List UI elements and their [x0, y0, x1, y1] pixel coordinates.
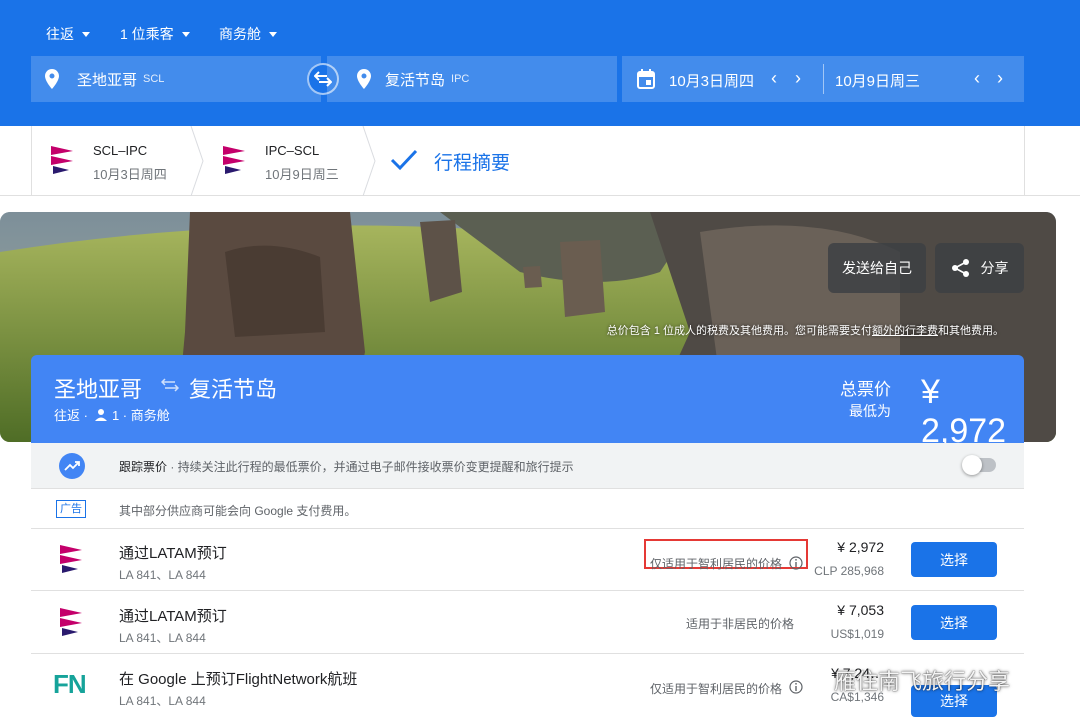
- latam-logo: [223, 146, 245, 174]
- chevron-right-icon: [362, 126, 376, 196]
- share-button[interactable]: 分享: [935, 243, 1024, 293]
- depart-prev-button[interactable]: ‹: [764, 68, 784, 88]
- share-icon: [951, 259, 969, 277]
- baggage-fee-link[interactable]: 额外的行李费: [872, 325, 938, 337]
- provider-name: 通过LATAM预订: [119, 608, 227, 625]
- watermark: 雁住南飞旅行分享: [800, 664, 1010, 696]
- return-next-button[interactable]: ›: [990, 68, 1010, 88]
- trending-icon: [59, 453, 85, 479]
- latam-logo: [51, 146, 73, 174]
- ad-badge: 广告: [56, 500, 86, 518]
- page: 往返 1 位乘客 商务舱 圣地亚哥 SCL 复活节岛 IPC 10月3日周四 ‹…: [0, 0, 1080, 726]
- select-label: 选择: [940, 614, 968, 631]
- price-note: 适用于非居民的价格: [686, 617, 795, 631]
- total-price: ¥ 2,972: [921, 373, 1007, 450]
- step-route: IPC–SCL: [265, 143, 320, 158]
- calendar-icon: [637, 69, 655, 89]
- ad-text: 其中部分供应商可能会向 Google 支付费用。: [119, 504, 357, 518]
- flight-numbers: LA 841、LA 844: [119, 631, 206, 645]
- local-price: US$1,019: [830, 627, 884, 641]
- cabin-label: 商务舱: [219, 26, 261, 42]
- fn-logo: FN: [53, 669, 87, 699]
- summary-step-title: 行程摘要: [434, 153, 511, 174]
- chevron-down-icon: [82, 31, 90, 37]
- track-prices-toggle[interactable]: [962, 455, 996, 475]
- price-note: 仅适用于智利居民的价格: [650, 557, 783, 571]
- fee-note: 总价包含 1 位成人的税费及其他费用。您可能需要支付额外的行李费和其他费用。: [607, 322, 1004, 338]
- divider: [1024, 126, 1025, 196]
- toggle-knob: [962, 455, 982, 475]
- check-icon: [390, 149, 418, 171]
- track-prices-description: · 持续关注此行程的最低票价，并通过电子邮件接收票价变更提醒和旅行提示: [167, 460, 574, 474]
- card-origin: 圣地亚哥: [54, 377, 143, 402]
- info-icon[interactable]: [789, 556, 803, 570]
- card-subtitle: 往返 · 1 · 商务舱: [54, 405, 170, 424]
- latam-logo: [60, 608, 82, 636]
- price: ¥ 7,053: [837, 602, 884, 618]
- watermark-text: 雁住南飞旅行分享: [834, 669, 1011, 694]
- track-prices-text: 跟踪票价 · 持续关注此行程的最低票价，并通过电子邮件接收票价变更提醒和旅行提示: [119, 458, 574, 475]
- step-route: SCL–IPC: [93, 143, 148, 158]
- origin-field[interactable]: 圣地亚哥 SCL: [31, 56, 321, 102]
- booking-row: 通过LATAM预订 LA 841、LA 844 仅适用于智利居民的价格 ¥ 2,…: [31, 529, 1024, 591]
- chevron-down-icon: [181, 31, 190, 37]
- step-date: 10月9日周三: [265, 167, 339, 182]
- send-to-self-label: 发送给自己: [842, 260, 912, 276]
- price-note: 仅适用于智利居民的价格: [650, 682, 783, 696]
- provider-name: 在 Google 上预订FlightNetwork航班: [119, 671, 358, 688]
- depart-next-button[interactable]: ›: [788, 68, 808, 88]
- location-pin-icon: [357, 69, 371, 89]
- origin-code: SCL: [143, 73, 165, 85]
- date-field: 10月3日周四 ‹ › 10月9日周三 ‹ ›: [622, 56, 1024, 102]
- select-label: 选择: [940, 551, 968, 568]
- card-trip-type: 往返 ·: [54, 408, 88, 423]
- destination-code: IPC: [451, 73, 470, 85]
- destination-city: 复活节岛: [385, 71, 446, 89]
- price: ¥ 2,972: [837, 539, 884, 555]
- trip-summary-card: 圣地亚哥 复活节岛 往返 · 1 · 商务舱 总票价 最低为 ¥ 2,972: [31, 355, 1024, 450]
- search-header: 往返 1 位乘客 商务舱 圣地亚哥 SCL 复活节岛 IPC 10月3日周四 ‹…: [0, 0, 1080, 126]
- select-button[interactable]: 选择: [911, 605, 997, 640]
- lowest-label: 最低为: [849, 403, 891, 419]
- fee-note-suffix: 和其他费用。: [938, 325, 1004, 337]
- origin-city: 圣地亚哥: [77, 71, 138, 89]
- date-divider: [823, 64, 824, 94]
- location-pin-icon: [45, 69, 59, 89]
- itinerary-steps: SCL–IPC 10月3日周四 IPC–SCL 10月9日周三 行程摘要: [0, 126, 1080, 196]
- chevron-right-icon: [190, 126, 204, 196]
- track-prices-row: 跟踪票价 · 持续关注此行程的最低票价，并通过电子邮件接收票价变更提醒和旅行提示: [31, 443, 1024, 489]
- trip-type-dropdown[interactable]: 往返: [46, 24, 90, 44]
- booking-row: 通过LATAM预订 LA 841、LA 844 适用于非居民的价格 ¥ 7,05…: [31, 592, 1024, 654]
- passengers-label: 1 位乘客: [120, 26, 174, 42]
- track-prices-title: 跟踪票价: [119, 460, 168, 474]
- card-destination: 复活节岛: [189, 377, 278, 402]
- latam-logo: [60, 545, 82, 573]
- flight-numbers: LA 841、LA 844: [119, 694, 206, 708]
- step-outbound[interactable]: SCL–IPC 10月3日周四: [31, 126, 196, 196]
- destination-field[interactable]: 复活节岛 IPC: [327, 56, 617, 102]
- round-trip-icon: [161, 378, 179, 392]
- step-date: 10月3日周四: [93, 167, 167, 182]
- depart-date[interactable]: 10月3日周四: [669, 70, 754, 91]
- trip-type-label: 往返: [46, 26, 74, 42]
- wechat-icon: [800, 669, 828, 690]
- card-details: 1 · 商务舱: [111, 408, 170, 423]
- send-to-self-button[interactable]: 发送给自己: [828, 243, 926, 293]
- person-icon: [94, 408, 107, 421]
- return-prev-button[interactable]: ‹: [967, 68, 987, 88]
- total-price-label: 总票价: [840, 380, 891, 399]
- fee-note-prefix: 总价包含 1 位成人的税费及其他费用。您可能需要支付: [606, 325, 872, 337]
- local-price: CLP 285,968: [814, 564, 884, 578]
- step-return[interactable]: IPC–SCL 10月9日周三: [203, 126, 368, 196]
- share-label: 分享: [980, 260, 1009, 276]
- flight-numbers: LA 841、LA 844: [119, 568, 206, 582]
- return-date[interactable]: 10月9日周三: [835, 70, 920, 91]
- chevron-down-icon: [269, 31, 277, 37]
- ad-disclosure-row: 广告 其中部分供应商可能会向 Google 支付费用。: [31, 489, 1024, 529]
- select-button[interactable]: 选择: [911, 542, 997, 577]
- provider-name: 通过LATAM预订: [119, 545, 227, 562]
- cabin-dropdown[interactable]: 商务舱: [219, 24, 277, 44]
- passengers-dropdown[interactable]: 1 位乘客: [120, 24, 190, 44]
